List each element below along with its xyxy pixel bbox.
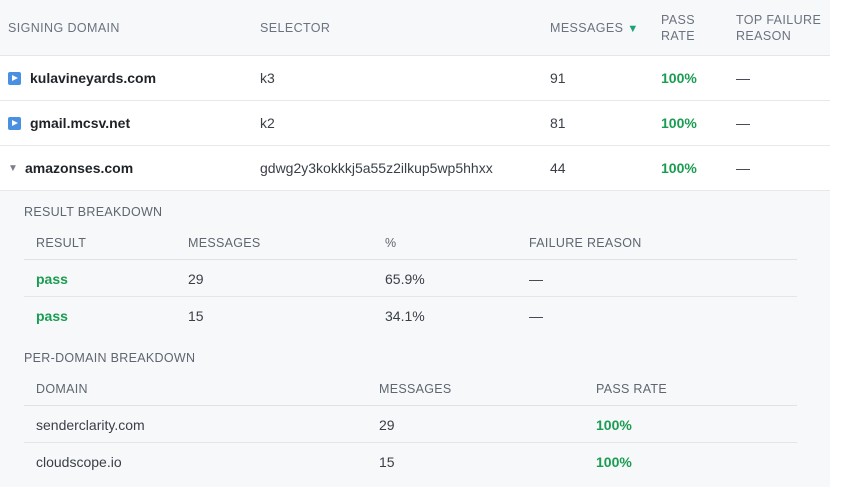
pass-rate-value: 100%	[661, 160, 697, 176]
header-domain: DOMAIN	[36, 382, 88, 396]
table-row-expanded[interactable]: ▼ amazonses.com gdwg2y3kokkkj5a55z2ilkup…	[0, 146, 830, 191]
pass-rate-value: 100%	[596, 454, 632, 470]
top-failure-reason: —	[736, 160, 750, 176]
selector-value: gdwg2y3kokkkj5a55z2ilkup5wp5hhxx	[260, 160, 493, 176]
pass-rate-value: 100%	[661, 70, 697, 86]
domain-cell: kulavineyards.com	[8, 70, 156, 87]
per-domain-row: cloudscope.io 15 100%	[24, 443, 797, 480]
per-domain-breakdown-title: PER-DOMAIN BREAKDOWN	[24, 351, 196, 365]
expand-triangle-icon[interactable]	[8, 72, 21, 85]
messages-value: 15	[188, 308, 204, 324]
dkim-signing-domains-panel: SIGNING DOMAIN SELECTOR MESSAGES ▼ PASS R…	[0, 0, 830, 487]
table-row[interactable]: kulavineyards.com k3 91 100% —	[0, 56, 830, 101]
percent-value: 34.1%	[385, 308, 425, 324]
top-failure-reason: —	[736, 70, 750, 86]
top-failure-reason: —	[736, 115, 750, 131]
pass-rate-value: 100%	[661, 115, 697, 131]
messages-value: 15	[379, 454, 395, 470]
sort-descending-icon[interactable]: ▼	[627, 23, 638, 35]
header-top-failure-line2: REASON	[736, 29, 792, 43]
result-breakdown-row: pass 29 65.9% —	[24, 260, 797, 297]
header-pass-rate-line2: RATE	[661, 29, 696, 43]
messages-value: 29	[379, 417, 395, 433]
pass-rate-value: 100%	[596, 417, 632, 433]
percent-value: 65.9%	[385, 271, 425, 287]
header-messages: MESSAGES	[188, 236, 261, 250]
header-top-failure-reason[interactable]: TOP FAILURE REASON	[736, 12, 821, 44]
header-top-failure-line1: TOP FAILURE	[736, 13, 822, 27]
signing-domain-name: amazonses.com	[25, 160, 134, 176]
selector-value: k2	[260, 115, 275, 131]
header-percent: %	[385, 236, 397, 250]
messages-count: 81	[550, 115, 566, 131]
header-pass-rate: PASS RATE	[596, 382, 668, 396]
selector-value: k3	[260, 70, 275, 86]
signing-domain-name: gmail.mcsv.net	[30, 115, 131, 131]
expand-triangle-icon[interactable]	[8, 117, 21, 130]
header-pass-rate[interactable]: PASS RATE	[661, 12, 695, 44]
header-messages[interactable]: MESSAGES ▼	[550, 20, 639, 37]
result-breakdown-title: RESULT BREAKDOWN	[24, 205, 163, 219]
domain-value: senderclarity.com	[36, 417, 145, 433]
header-signing-domain[interactable]: SIGNING DOMAIN	[8, 20, 120, 36]
domain-value: cloudscope.io	[36, 454, 122, 470]
expanded-detail-panel: RESULT BREAKDOWN RESULT MESSAGES % FAILU…	[0, 191, 830, 487]
failure-reason-value: —	[529, 271, 543, 287]
result-value: pass	[36, 308, 68, 324]
result-value: pass	[36, 271, 68, 287]
failure-reason-value: —	[529, 308, 543, 324]
messages-value: 29	[188, 271, 204, 287]
header-selector[interactable]: SELECTOR	[260, 20, 330, 36]
messages-count: 91	[550, 70, 566, 86]
main-table-header: SIGNING DOMAIN SELECTOR MESSAGES ▼ PASS R…	[0, 0, 830, 56]
messages-count: 44	[550, 160, 566, 176]
header-messages-label: MESSAGES	[550, 21, 624, 35]
result-breakdown-row: pass 15 34.1% —	[24, 297, 797, 334]
header-messages: MESSAGES	[379, 382, 452, 396]
per-domain-row: senderclarity.com 29 100%	[24, 406, 797, 443]
result-breakdown-header: RESULT MESSAGES % FAILURE REASON	[24, 224, 797, 260]
header-result: RESULT	[36, 236, 87, 250]
signing-domain-name: kulavineyards.com	[30, 70, 157, 86]
domain-cell: ▼ amazonses.com	[8, 160, 133, 177]
header-failure-reason: FAILURE REASON	[529, 236, 642, 250]
table-row[interactable]: gmail.mcsv.net k2 81 100% —	[0, 101, 830, 146]
header-pass-rate-line1: PASS	[661, 13, 696, 27]
collapse-triangle-icon[interactable]: ▼	[8, 160, 18, 177]
domain-cell: gmail.mcsv.net	[8, 115, 130, 132]
per-domain-breakdown-header: DOMAIN MESSAGES PASS RATE	[24, 370, 797, 406]
